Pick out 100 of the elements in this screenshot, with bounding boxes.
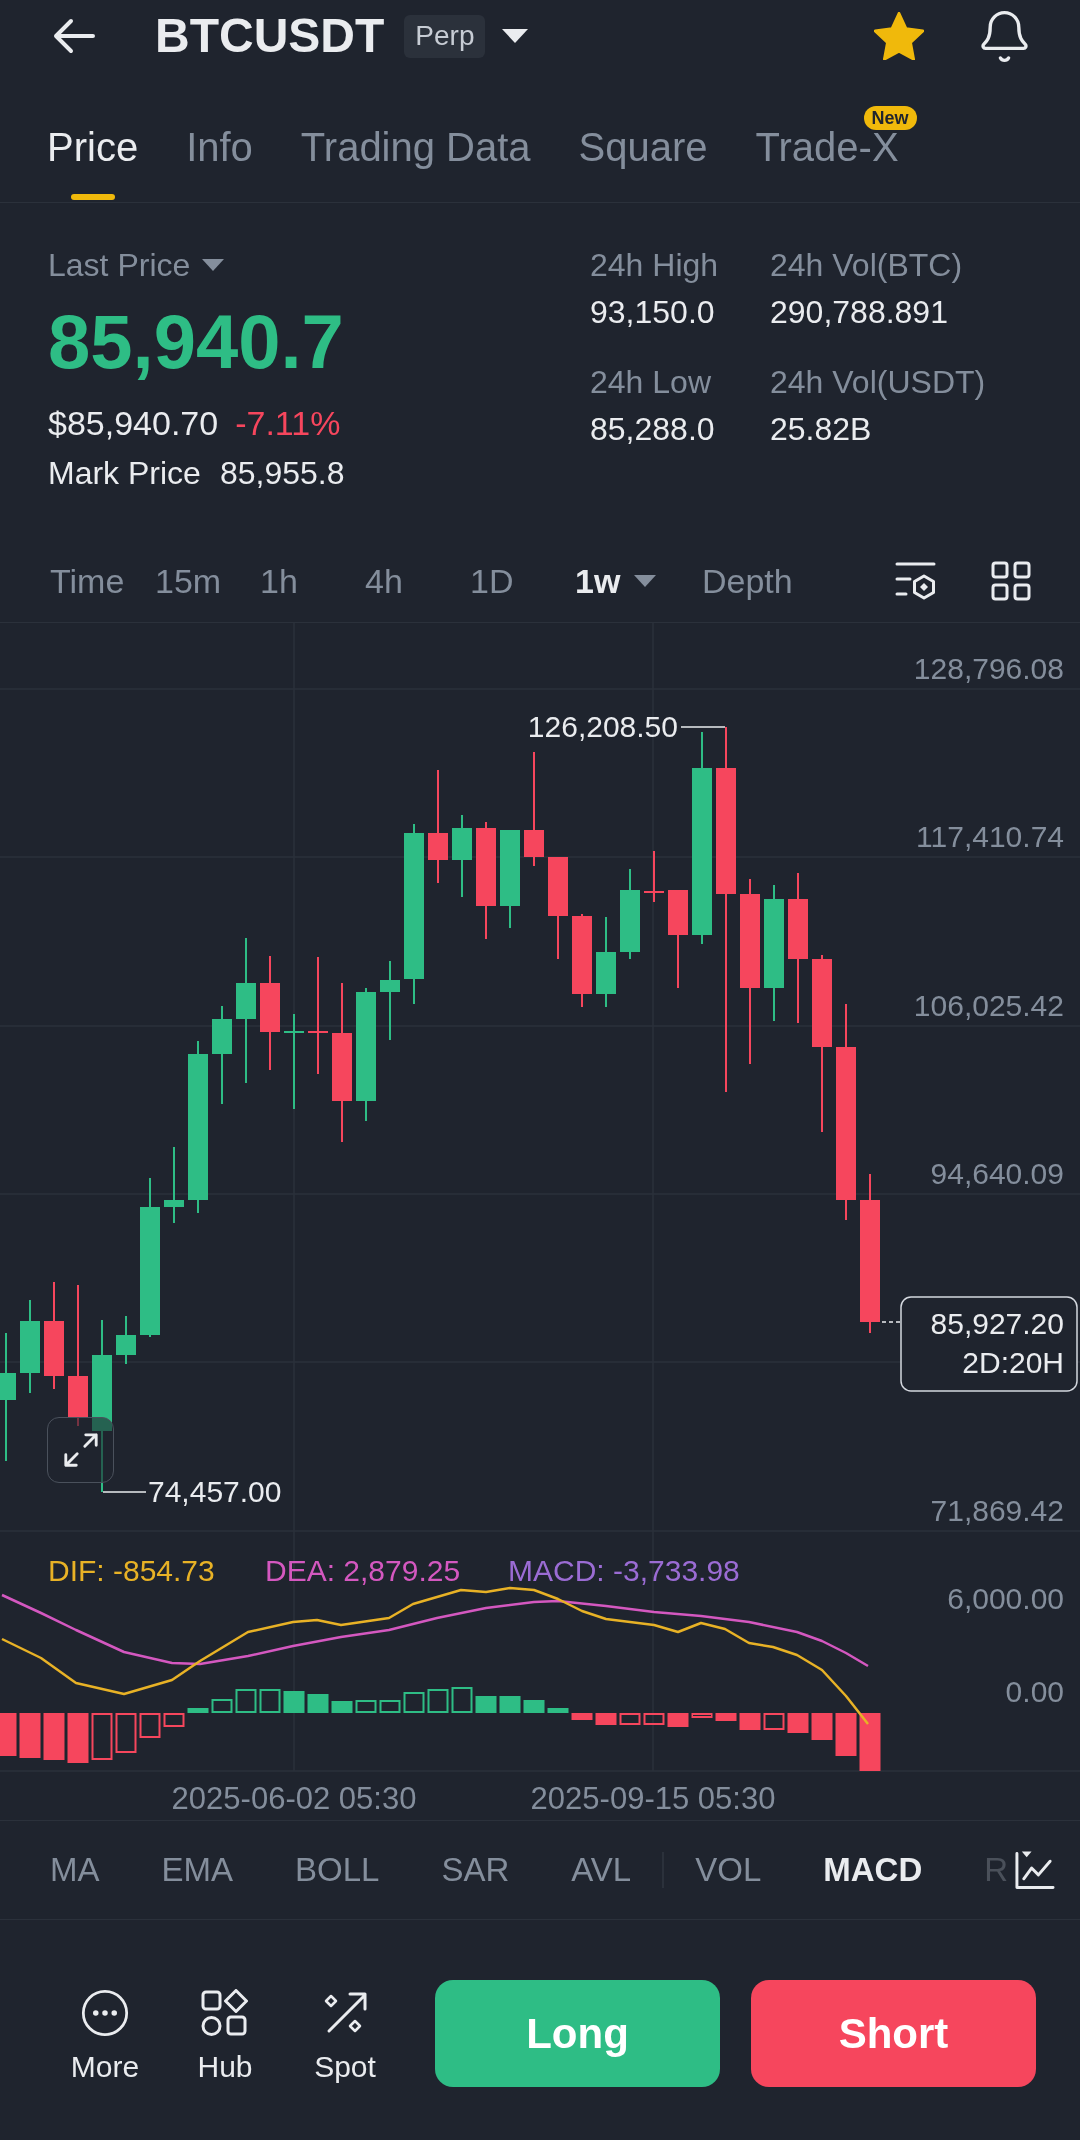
low-price-label: 74,457.00 — [148, 1475, 282, 1508]
hub-button[interactable]: Hub — [185, 1989, 265, 2085]
histogram-bar — [859, 1713, 881, 1771]
histogram-bar — [211, 1699, 233, 1713]
histogram-bar — [163, 1713, 185, 1727]
histogram-bar — [811, 1713, 833, 1740]
price-axis-label: 117,410.74 — [916, 820, 1064, 853]
shapes-icon — [201, 1989, 249, 2037]
histogram-bar — [475, 1696, 497, 1713]
fiat-price: $85,940.70 — [48, 405, 219, 441]
histogram-bar — [547, 1708, 569, 1713]
histogram-bar — [451, 1687, 473, 1713]
price-axis-label: 94,640.09 — [930, 1157, 1064, 1190]
macd-axis-label: 6,000.00 — [947, 1582, 1064, 1615]
price-tag[interactable] — [900, 1296, 1078, 1392]
histogram-bar — [139, 1713, 161, 1738]
more-button[interactable]: More — [65, 1989, 145, 2085]
macd-axis-label: 0.00 — [1005, 1675, 1064, 1708]
stat-label: 24h Vol(USDT) — [770, 365, 986, 399]
expand-icon — [61, 1431, 100, 1469]
indicator-tab[interactable]: EMA — [161, 1850, 233, 1890]
histogram-bar — [715, 1713, 737, 1721]
histogram-bar — [427, 1689, 449, 1713]
histogram-bar — [403, 1692, 425, 1713]
histogram-bar — [667, 1713, 689, 1727]
histogram-bar — [691, 1713, 713, 1718]
histogram-bar — [643, 1713, 665, 1725]
last-price: 85,940.7 — [48, 298, 344, 386]
grid-icon[interactable] — [991, 561, 1031, 601]
bell-icon[interactable] — [979, 10, 1030, 62]
macd-legend-label: MACD: -3,733.98 — [508, 1554, 740, 1587]
symbol-title: BTCUSDT — [155, 8, 385, 64]
histogram-bar — [763, 1713, 785, 1730]
price-change: -7.11% — [235, 405, 341, 441]
histogram-bar — [0, 1713, 17, 1756]
histogram-bar — [619, 1713, 641, 1725]
macd-legend-label: DIF: -854.73 — [48, 1554, 215, 1587]
timeframe-tab[interactable]: Depth — [702, 561, 793, 601]
histogram-bar — [235, 1689, 257, 1713]
line-chart-icon[interactable] — [1014, 1850, 1055, 1890]
caret-icon — [502, 29, 529, 43]
mark-price-label: Mark Price — [48, 455, 201, 491]
star-icon[interactable] — [874, 12, 924, 60]
histogram-bar — [739, 1713, 761, 1730]
expand-button[interactable] — [47, 1417, 114, 1483]
price-axis-label: 128,796.08 — [913, 652, 1064, 685]
chart-settings-icon[interactable] — [895, 561, 937, 601]
indicator-tab[interactable]: AVL — [571, 1850, 632, 1890]
high-price-label: 126,208.50 — [527, 710, 678, 743]
stat-value: 85,288.0 — [590, 412, 715, 446]
long-button[interactable]: Long — [435, 1980, 720, 2087]
stat-label: 24h Vol(BTC) — [770, 248, 963, 282]
timeframe-tab[interactable]: 1w — [575, 561, 657, 601]
tab[interactable]: Info — [186, 124, 253, 202]
stat-label: 24h Low — [590, 365, 711, 399]
candlestick — [644, 850, 664, 903]
timeframe-tab[interactable]: 4h — [365, 561, 403, 601]
time-axis-label: 2025-06-02 05:30 — [171, 1781, 417, 1816]
short-button[interactable]: Short — [751, 1980, 1036, 2087]
indicator-tab[interactable]: VOL — [695, 1850, 762, 1890]
histogram-bar — [67, 1713, 89, 1763]
new-badge: New — [863, 106, 917, 130]
timeframe-tab[interactable]: 1D — [470, 561, 514, 601]
timeframe-tab[interactable]: 1h — [260, 561, 298, 601]
histogram-bar — [19, 1713, 41, 1758]
histogram-bar — [307, 1694, 329, 1713]
histogram-bar — [787, 1713, 809, 1733]
price-type-dropdown[interactable]: Last Price — [48, 247, 225, 283]
caret-icon — [202, 259, 225, 271]
back-icon[interactable] — [52, 18, 96, 54]
tab[interactable]: Trade-X New — [755, 106, 917, 202]
indicator-tab[interactable]: MACD — [823, 1850, 923, 1890]
histogram-bar — [523, 1700, 545, 1713]
histogram-bar — [259, 1689, 281, 1713]
tab[interactable]: Trading Data — [300, 124, 531, 202]
histogram-bar — [595, 1713, 617, 1725]
price-line — [881, 1321, 901, 1323]
histogram-bar — [187, 1708, 209, 1713]
stat-value: 25.82B — [770, 412, 872, 446]
price-axis-label: 106,025.42 — [913, 989, 1064, 1022]
spot-button[interactable]: Spot — [305, 1989, 385, 2085]
indicator-tab[interactable]: SAR — [441, 1850, 510, 1890]
histogram-bar — [283, 1691, 305, 1713]
candlestick — [116, 1315, 136, 1365]
timeframe-tab[interactable]: Time — [50, 561, 125, 601]
candle-countdown: 2D:20H — [962, 1346, 1064, 1379]
histogram-bar — [91, 1713, 113, 1760]
indicator-tab[interactable]: MA — [50, 1850, 100, 1890]
timeframe-tab[interactable]: 15m — [155, 561, 222, 601]
stat-value: 290,788.891 — [770, 295, 948, 329]
histogram-bar — [835, 1713, 857, 1756]
stat-label: 24h High — [590, 248, 719, 282]
indicator-tab[interactable]: BOLL — [295, 1850, 380, 1890]
leader-line — [680, 726, 726, 728]
leader-line — [102, 1491, 147, 1493]
tab[interactable]: Square — [578, 124, 708, 202]
tab[interactable]: Price — [47, 124, 139, 202]
histogram-bar — [499, 1696, 521, 1713]
macd-legend-label: DEA: 2,879.25 — [265, 1554, 461, 1587]
current-price: 85,927.20 — [930, 1307, 1064, 1340]
